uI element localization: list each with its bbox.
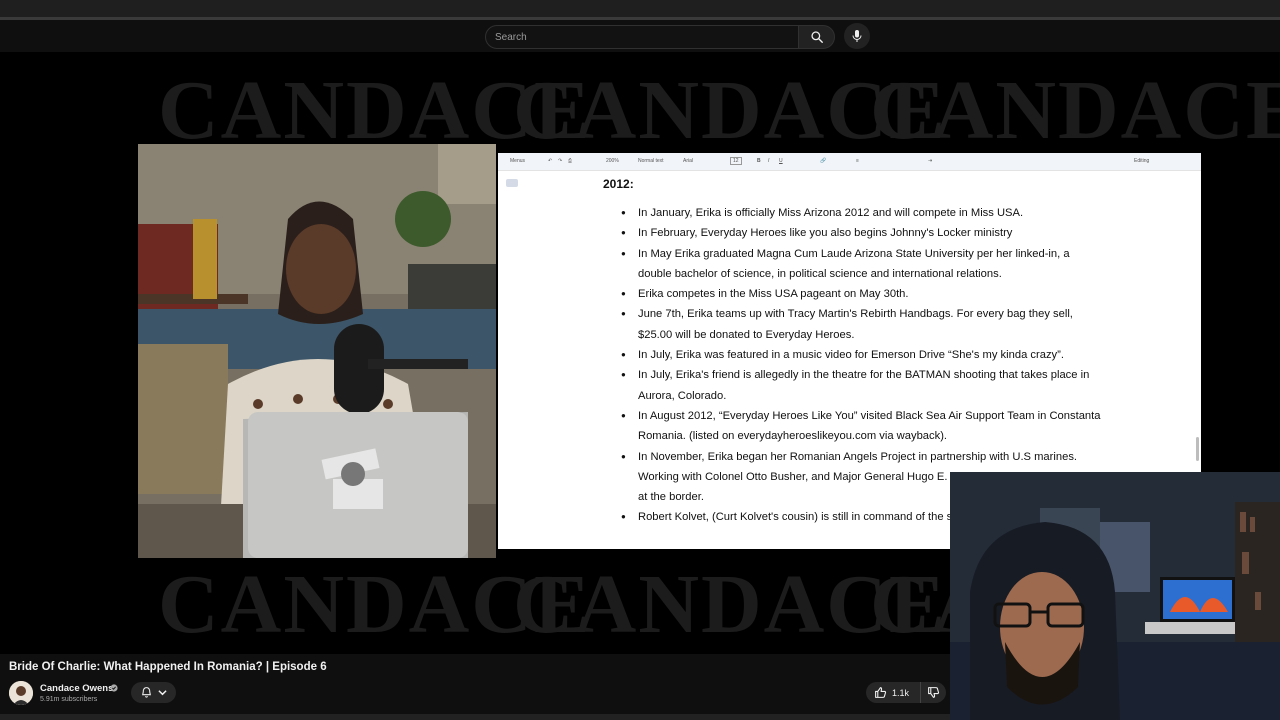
like-button[interactable]: 1.1k xyxy=(866,682,918,703)
redo-icon[interactable]: ↷ xyxy=(558,158,562,164)
channel-avatar-image xyxy=(9,681,33,705)
doc-toolbar: Menus ↶ ↷ ⎙ 200% Normal text Arial 12 B … xyxy=(498,153,1201,171)
voice-search-button[interactable] xyxy=(844,23,870,49)
dislike-button[interactable] xyxy=(920,682,946,703)
font-select[interactable]: Arial xyxy=(683,158,693,164)
thumbs-down-icon xyxy=(928,687,940,698)
underline-button[interactable]: U xyxy=(779,158,783,164)
channel-name[interactable]: Candace Owens xyxy=(40,683,113,694)
link-icon[interactable]: 🔗 xyxy=(820,158,826,164)
notification-button[interactable] xyxy=(131,682,176,703)
undo-icon[interactable]: ↶ xyxy=(548,158,552,164)
like-dislike-group: 1.1k xyxy=(866,682,946,703)
doc-menus-button[interactable]: Menus xyxy=(510,158,525,164)
list-item: In January, Erika is officially Miss Ari… xyxy=(621,203,1101,224)
background-wordmark: CANDACE xyxy=(870,64,1280,157)
search-input[interactable] xyxy=(486,26,798,48)
webcam-scene-image xyxy=(950,472,1280,720)
search-icon xyxy=(810,31,823,43)
host-scene-image xyxy=(138,144,496,558)
list-item: In July, Erika's friend is allegedly in … xyxy=(621,365,1101,406)
italic-button[interactable]: I xyxy=(768,158,769,164)
subscriber-count: 5.91m subscribers xyxy=(40,696,98,703)
font-size-field[interactable]: 12 xyxy=(730,157,742,165)
search-button[interactable] xyxy=(798,25,835,49)
thumbs-up-icon xyxy=(875,687,887,698)
doc-heading: 2012: xyxy=(603,177,634,191)
top-strip xyxy=(0,0,1280,20)
zoom-select[interactable]: 200% xyxy=(606,158,619,164)
paragraph-style-select[interactable]: Normal text xyxy=(638,158,664,164)
avatar[interactable] xyxy=(9,681,33,705)
masthead xyxy=(0,20,1280,52)
list-item: Erika competes in the Miss USA pageant o… xyxy=(621,284,1101,305)
streamer-webcam xyxy=(950,472,1280,720)
verified-icon xyxy=(110,684,118,692)
list-item: In August 2012, “Everyday Heroes Like Yo… xyxy=(621,406,1101,447)
align-icon[interactable]: ≡ xyxy=(856,158,859,164)
list-item: In May Erika graduated Magna Cum Laude A… xyxy=(621,244,1101,285)
microphone-icon xyxy=(852,30,862,42)
list-item: In July, Erika was featured in a music v… xyxy=(621,345,1101,366)
list-item: June 7th, Erika teams up with Tracy Mart… xyxy=(621,304,1101,345)
outline-icon[interactable] xyxy=(506,179,518,187)
chevron-down-icon xyxy=(158,690,167,696)
editing-mode-select[interactable]: Editing xyxy=(1134,158,1149,164)
host-camera-feed xyxy=(138,144,496,558)
video-info: Bride Of Charlie: What Happened In Roman… xyxy=(0,654,950,720)
bold-button[interactable]: B xyxy=(757,158,761,164)
bottom-strip xyxy=(0,714,950,720)
print-icon[interactable]: ⎙ xyxy=(568,158,572,164)
bell-icon xyxy=(142,687,151,698)
doc-scrollbar[interactable] xyxy=(1196,437,1199,461)
indent-icon[interactable]: ⇥ xyxy=(928,158,932,164)
video-title: Bride Of Charlie: What Happened In Roman… xyxy=(9,661,327,673)
search-box[interactable] xyxy=(485,25,799,49)
list-item: In February, Everyday Heroes like you al… xyxy=(621,223,1101,244)
like-count: 1.1k xyxy=(892,687,910,698)
